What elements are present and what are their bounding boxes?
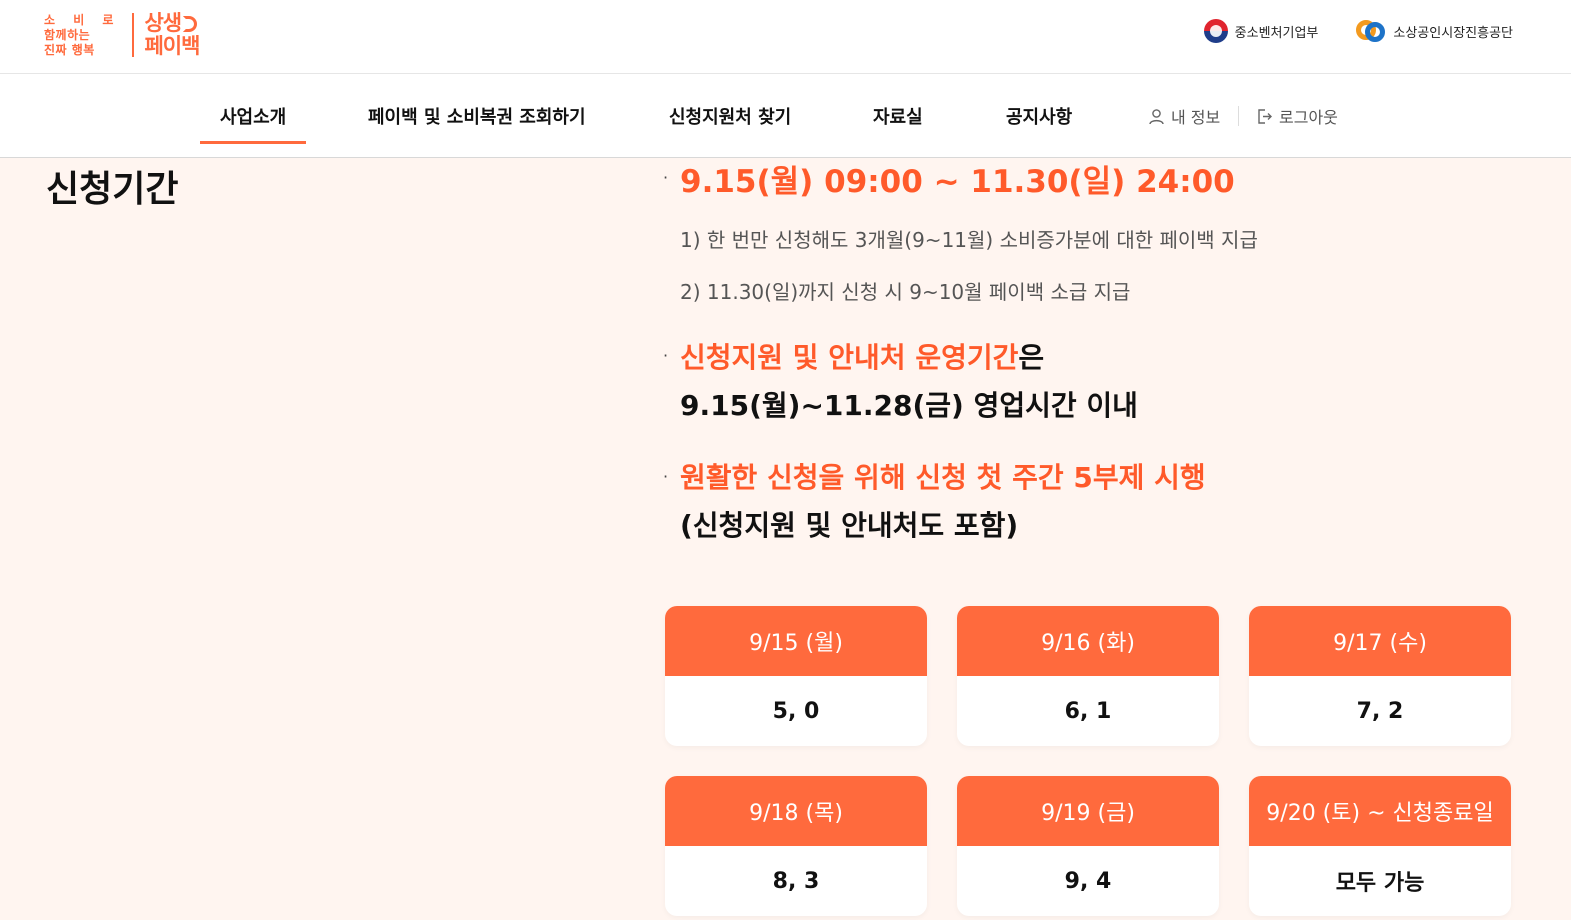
note-2: 2) 11.30(일)까지 신청 시 9~10월 페이백 소급 지급 <box>680 280 1131 304</box>
support-period-dates: 9.15(월)~11.28(금) 영업시간 이내 <box>680 389 1138 422</box>
logo-divider <box>132 13 135 57</box>
schedule-digits: 7, 2 <box>1356 698 1404 724</box>
logo-wordmark: 상생 페이백 <box>144 11 200 58</box>
nav-item-notices[interactable]: 공지사항 <box>1006 74 1072 158</box>
schedule-date: 9/17 (수) <box>1249 606 1511 676</box>
schedule-card: 9/15 (월) 5, 0 <box>665 606 927 746</box>
user-icon <box>1149 108 1164 124</box>
five-part-heading: 원활한 신청을 위해 신청 첫 주간 5부제 시행 <box>680 461 1206 494</box>
schedule-card: 9/16 (화) 6, 1 <box>957 606 1219 746</box>
five-part-note: (신청지원 및 안내처도 포함) <box>680 509 1019 542</box>
schedule-date: 9/16 (화) <box>957 606 1219 676</box>
site-logo[interactable]: 소 비 로 함께하는 진짜 행복 상생 페이백 <box>44 10 200 60</box>
schedule-date: 9/19 (금) <box>957 776 1219 846</box>
schedule-digits: 9, 4 <box>1064 868 1112 894</box>
nav-item-business-intro[interactable]: 사업소개 <box>199 74 307 158</box>
logo-hook-icon <box>183 15 198 32</box>
taegeuk-emblem-icon <box>1203 19 1228 43</box>
logout-icon <box>1258 108 1272 124</box>
nav-item-find-support[interactable]: 신청지원처 찾기 <box>669 74 791 158</box>
bullet: · <box>663 168 669 187</box>
semas-logo-icon <box>1356 18 1386 44</box>
schedule-card: 9/18 (목) 8, 3 <box>665 776 927 916</box>
logout-link[interactable]: 로그아웃 <box>1256 74 1338 158</box>
bullet: · <box>663 467 669 486</box>
nav-item-resources[interactable]: 자료실 <box>873 74 923 158</box>
nav-divider <box>1238 106 1239 126</box>
schedule-digits: 모두 가능 <box>1335 871 1425 896</box>
schedule-date: 9/15 (월) <box>665 606 927 676</box>
schedule-digits: 8, 3 <box>772 868 820 894</box>
schedule-date: 9/20 (토) ~ 신청종료일 <box>1249 776 1511 846</box>
bullet: · <box>663 346 669 365</box>
note-1: 1) 한 번만 신청해도 3개월(9~11월) 소비증가분에 대한 페이백 지급 <box>680 228 1258 252</box>
my-info-link[interactable]: 내 정보 <box>1148 74 1220 158</box>
org-mss[interactable]: 중소벤처기업부 <box>1203 19 1318 43</box>
application-period: 9.15(월) 09:00 ~ 11.30(일) 24:00 <box>680 164 1235 200</box>
schedule-digits: 5, 0 <box>772 698 820 724</box>
schedule-card: 9/17 (수) 7, 2 <box>1249 606 1511 746</box>
schedule-card: 9/20 (토) ~ 신청종료일 모두 가능 <box>1249 776 1511 916</box>
top-header: 소 비 로 함께하는 진짜 행복 상생 페이백 중소벤처기업부 소상공인시장진흥… <box>0 0 1571 74</box>
logo-slogan: 소 비 로 함께하는 진짜 행복 <box>44 12 121 57</box>
org-semas[interactable]: 소상공인시장진흥공단 <box>1356 18 1513 44</box>
section-title: 신청기간 <box>46 169 179 210</box>
nav-item-payback-lookup[interactable]: 페이백 및 소비복권 조회하기 <box>368 74 586 158</box>
schedule-digits: 6, 1 <box>1064 698 1112 724</box>
main-nav: 사업소개 페이백 및 소비복권 조회하기 신청지원처 찾기 자료실 공지사항 내… <box>0 74 1571 158</box>
org-logos: 중소벤처기업부 소상공인시장진흥공단 <box>1203 18 1513 44</box>
support-period-heading: 신청지원 및 안내처 운영기간은 <box>680 341 1045 374</box>
schedule-card: 9/19 (금) 9, 4 <box>957 776 1219 916</box>
schedule-date: 9/18 (목) <box>665 776 927 846</box>
